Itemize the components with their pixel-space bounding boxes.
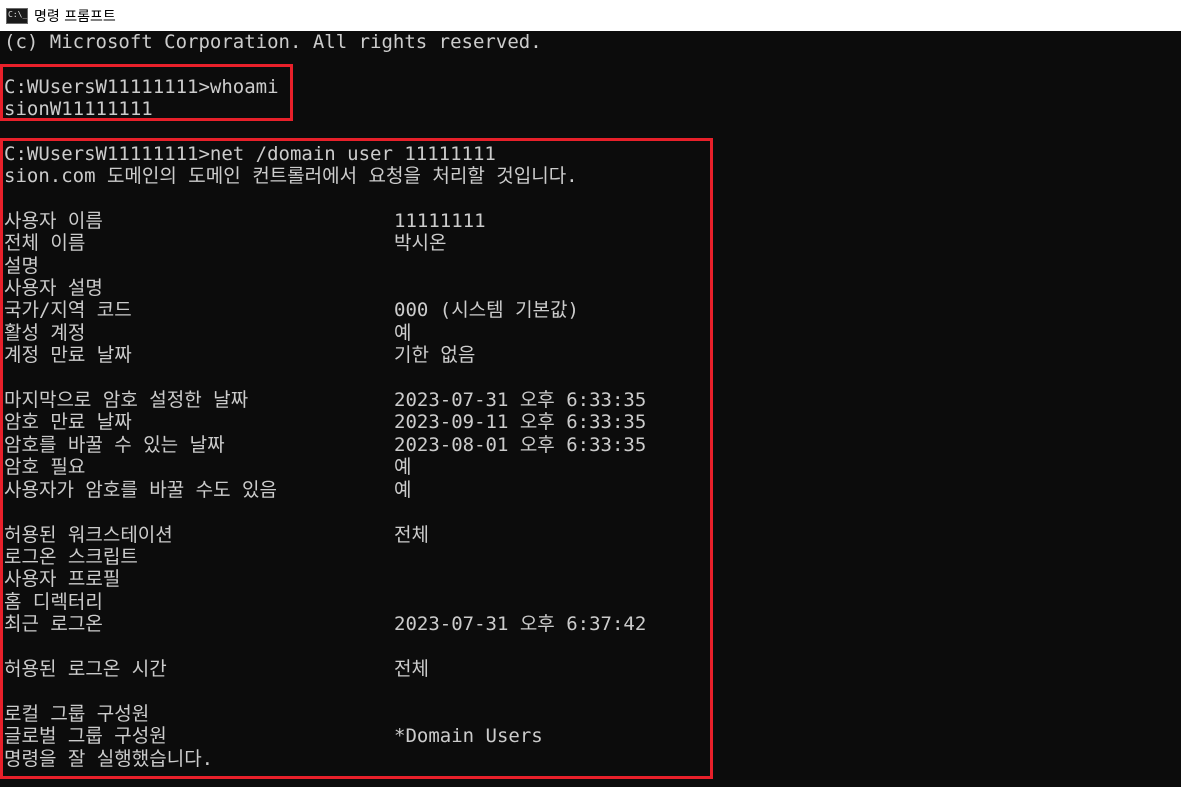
- whoami-highlight-box: [0, 64, 293, 121]
- title-bar[interactable]: 명령 프롬프트: [0, 0, 1181, 31]
- command-prompt-window: 명령 프롬프트 (c) Microsoft Corporation. All r…: [0, 0, 1181, 787]
- copyright-line: (c) Microsoft Corporation. All rights re…: [4, 31, 542, 53]
- window-title: 명령 프롬프트: [34, 8, 116, 25]
- net-user-highlight-box: [0, 138, 713, 779]
- cmd-icon[interactable]: [6, 7, 28, 24]
- console-output[interactable]: (c) Microsoft Corporation. All rights re…: [0, 31, 1181, 787]
